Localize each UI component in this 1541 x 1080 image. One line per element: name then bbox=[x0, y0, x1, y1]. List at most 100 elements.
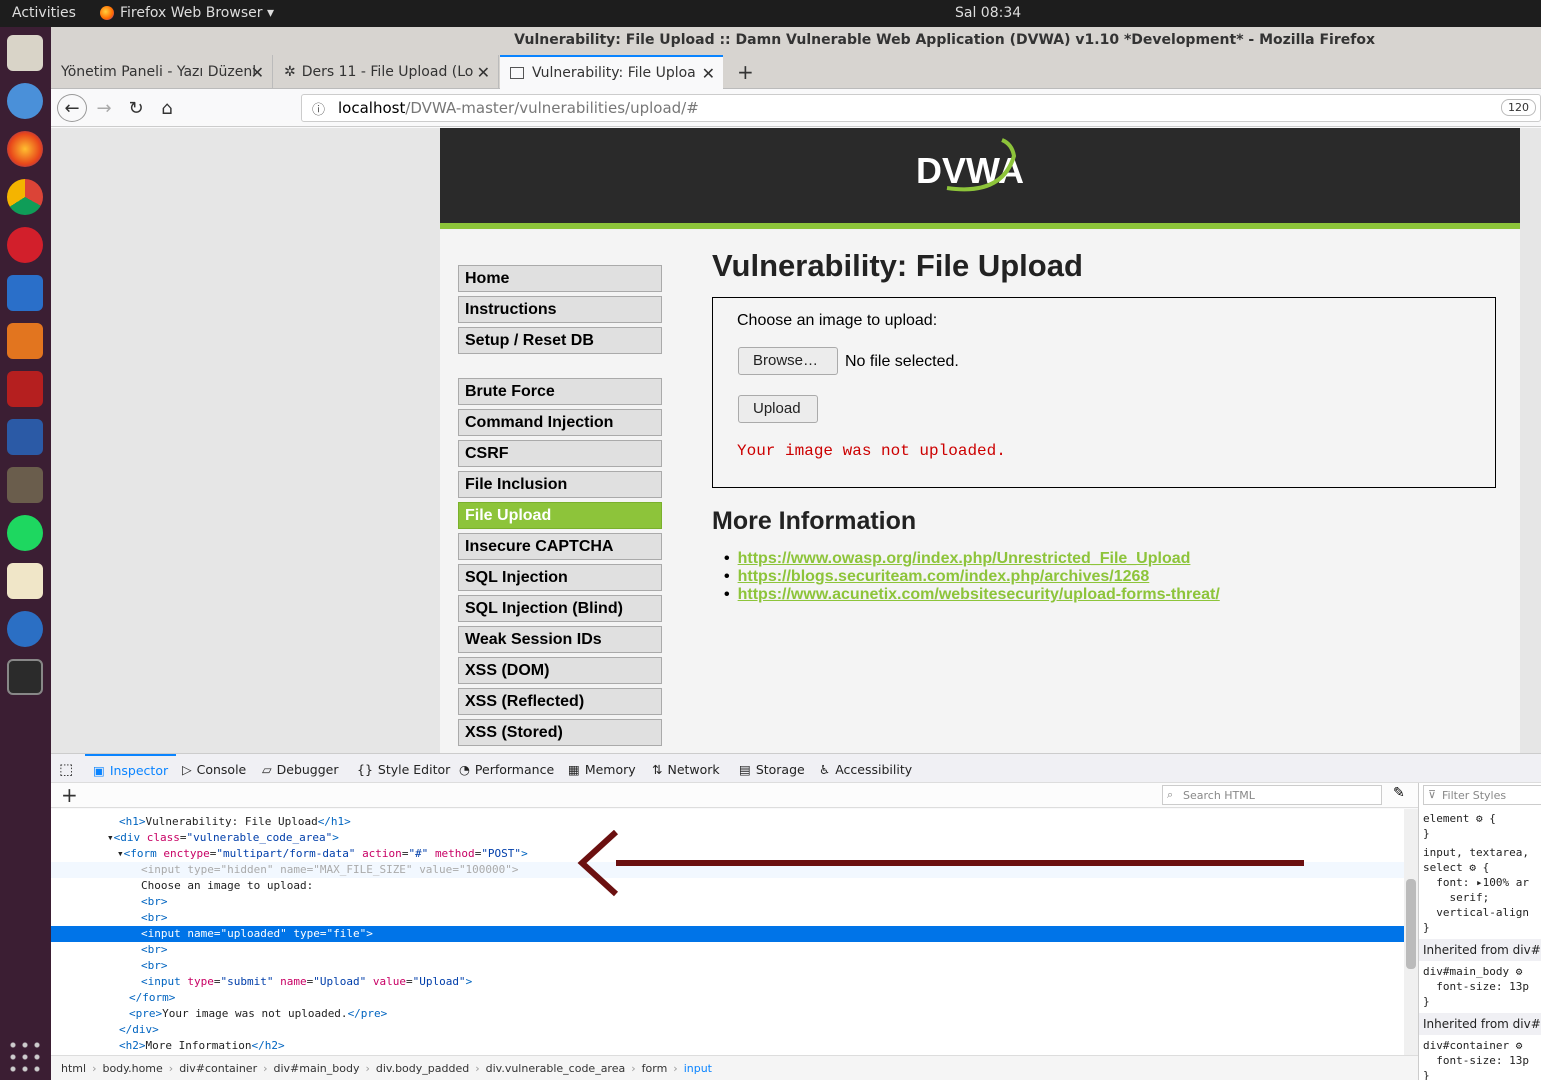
menu-csrf[interactable]: CSRF bbox=[458, 440, 662, 467]
show-apps-icon[interactable] bbox=[7, 1039, 43, 1075]
markup-line[interactable]: <br> bbox=[51, 942, 1404, 958]
markup-line[interactable]: <h2>More Information</h2> bbox=[51, 1038, 1404, 1054]
markup-line[interactable]: <input type="submit" name="Upload" value… bbox=[51, 974, 1404, 990]
markup-line[interactable]: <pre>Your image was not uploaded.</pre> bbox=[51, 1006, 1404, 1022]
menu-sql-injection[interactable]: SQL Injection bbox=[458, 564, 662, 591]
menu-brute-force[interactable]: Brute Force bbox=[458, 378, 662, 405]
firefox-icon[interactable] bbox=[7, 131, 43, 167]
software-center-icon[interactable] bbox=[7, 323, 43, 359]
markup-line[interactable]: </form> bbox=[51, 990, 1404, 1006]
close-icon[interactable]: ✕ bbox=[477, 63, 490, 82]
scrollbar-thumb[interactable] bbox=[1406, 879, 1416, 969]
inherited-header-container: Inherited from div#co bbox=[1419, 1013, 1541, 1035]
writer-icon[interactable] bbox=[7, 275, 43, 311]
tab-accessibility[interactable]: ♿ Accessibility bbox=[819, 754, 912, 784]
tab-dvwa[interactable]: Vulnerability: File Uploa ✕ bbox=[500, 55, 723, 89]
menu-file-upload[interactable]: File Upload bbox=[458, 502, 662, 529]
crumb-body[interactable]: body.home bbox=[102, 1062, 162, 1075]
menu-home[interactable]: Home bbox=[458, 265, 662, 292]
crumb-input[interactable]: input bbox=[684, 1062, 712, 1075]
info-icon[interactable]: ⓘ bbox=[312, 99, 325, 118]
rule-input[interactable]: input, textarea, select ⚙ { font: ▸100% … bbox=[1423, 845, 1529, 935]
crumb-html[interactable]: html bbox=[61, 1062, 86, 1075]
tab-debugger[interactable]: ▱ Debugger bbox=[262, 754, 339, 784]
chrome-icon[interactable] bbox=[7, 179, 43, 215]
tab-console[interactable]: ▷ Console bbox=[182, 754, 246, 784]
url-bar[interactable]: ⓘ localhost/DVWA-master/vulnerabilities/… bbox=[301, 94, 1541, 122]
menu-xss-stored[interactable]: XSS (Stored) bbox=[458, 719, 662, 746]
eyedropper-icon[interactable]: ✎ bbox=[1393, 785, 1405, 801]
crumb-vuln-area[interactable]: div.vulnerable_code_area bbox=[486, 1062, 626, 1075]
tab-storage[interactable]: ▤ Storage bbox=[739, 754, 805, 784]
back-button[interactable]: ← bbox=[57, 94, 87, 122]
app-menu[interactable]: Firefox Web Browser ▾ bbox=[100, 5, 274, 21]
close-icon[interactable]: ✕ bbox=[702, 64, 715, 83]
choose-label: Choose an image to upload: bbox=[737, 312, 938, 329]
chromium-icon[interactable] bbox=[7, 83, 43, 119]
reload-button[interactable]: ↻ bbox=[121, 94, 151, 122]
close-icon[interactable]: ✕ bbox=[251, 63, 264, 82]
tab-inspector[interactable]: ▣ Inspector bbox=[85, 754, 177, 784]
crumb-body-padded[interactable]: div.body_padded bbox=[376, 1062, 469, 1075]
menu-file-inclusion[interactable]: File Inclusion bbox=[458, 471, 662, 498]
upload-button[interactable]: Upload bbox=[738, 395, 818, 423]
tab-network[interactable]: ⇅ Network bbox=[652, 754, 720, 784]
forward-button[interactable]: → bbox=[89, 94, 119, 122]
activities-button[interactable]: Activities bbox=[12, 5, 76, 21]
zoom-indicator[interactable]: 120 bbox=[1501, 99, 1536, 116]
filezilla-icon[interactable] bbox=[7, 371, 43, 407]
menu-setup[interactable]: Setup / Reset DB bbox=[458, 327, 662, 354]
search-html-input[interactable]: ⌕ Search HTML bbox=[1162, 785, 1382, 805]
menu-weak-session-ids[interactable]: Weak Session IDs bbox=[458, 626, 662, 653]
menu-xss-reflected[interactable]: XSS (Reflected) bbox=[458, 688, 662, 715]
menu-xss-dom[interactable]: XSS (DOM) bbox=[458, 657, 662, 684]
rule-element[interactable]: element ⚙ { } bbox=[1423, 811, 1496, 841]
markup-line[interactable]: </div> bbox=[51, 1022, 1404, 1038]
markup-line[interactable]: <br> bbox=[51, 910, 1404, 926]
menu-sql-injection-blind[interactable]: SQL Injection (Blind) bbox=[458, 595, 662, 622]
gimp-icon[interactable] bbox=[7, 467, 43, 503]
virtualbox-icon[interactable] bbox=[7, 419, 43, 455]
page-title: Vulnerability: File Upload bbox=[712, 248, 1083, 283]
menu-command-injection[interactable]: Command Injection bbox=[458, 409, 662, 436]
network-icon: ⇅ bbox=[652, 761, 663, 777]
element-picker-button[interactable]: ⬚ bbox=[59, 754, 73, 784]
link-securiteam[interactable]: https://blogs.securiteam.com/index.php/a… bbox=[738, 568, 1150, 585]
inspector-toolbar: + ⌕ Search HTML ✎ bbox=[51, 783, 1418, 808]
markup-line[interactable]: <h1>Vulnerability: File Upload</h1> bbox=[51, 814, 1404, 830]
markup-line[interactable]: <br> bbox=[51, 958, 1404, 974]
markup-line-selected[interactable]: <input name="uploaded" type="file"> bbox=[51, 926, 1404, 942]
home-button[interactable]: ⌂ bbox=[152, 94, 182, 122]
crumb-form[interactable]: form bbox=[642, 1062, 668, 1075]
inherited-header-main: Inherited from div#ma bbox=[1419, 939, 1541, 961]
crumb-main-body[interactable]: div#main_body bbox=[274, 1062, 360, 1075]
link-acunetix[interactable]: https://www.acunetix.com/websitesecurity… bbox=[738, 586, 1220, 603]
terminal-icon[interactable] bbox=[7, 659, 43, 695]
crumb-container[interactable]: div#container bbox=[179, 1062, 257, 1075]
spotify-icon[interactable] bbox=[7, 515, 43, 551]
menu-instructions[interactable]: Instructions bbox=[458, 296, 662, 323]
tab-performance[interactable]: ◔ Performance bbox=[459, 754, 554, 784]
add-node-button[interactable]: + bbox=[61, 783, 78, 807]
filter-styles-input[interactable]: ⊽ Filter Styles bbox=[1423, 785, 1541, 805]
files-icon[interactable] bbox=[7, 35, 43, 71]
opera-icon[interactable] bbox=[7, 227, 43, 263]
rule-container[interactable]: div#container ⚙ font-size: 13p } bbox=[1423, 1038, 1529, 1080]
new-tab-button[interactable]: + bbox=[727, 55, 757, 89]
tab-style-editor[interactable]: {} Style Editor bbox=[357, 754, 450, 784]
clock[interactable]: Sal 08:34 bbox=[955, 5, 1021, 21]
markup-scrollbar[interactable] bbox=[1404, 809, 1418, 1055]
menu-insecure-captcha[interactable]: Insecure CAPTCHA bbox=[458, 533, 662, 560]
tab-ders11[interactable]: ✲ Ders 11 - File Upload (Lo ✕ bbox=[274, 55, 499, 89]
firefox-window: Vulnerability: File Upload :: Damn Vulne… bbox=[51, 27, 1541, 1080]
thunderbird-icon[interactable] bbox=[7, 611, 43, 647]
tab-yonetim[interactable]: Yönetim Paneli - Yazı Düzenl ✕ bbox=[51, 55, 273, 89]
browse-button[interactable]: Browse… bbox=[738, 347, 838, 375]
text-editor-icon[interactable] bbox=[7, 563, 43, 599]
annotation-arrow bbox=[577, 830, 1304, 897]
list-item: https://blogs.securiteam.com/index.php/a… bbox=[738, 568, 1220, 586]
link-owasp[interactable]: https://www.owasp.org/index.php/Unrestri… bbox=[738, 550, 1191, 567]
error-message: Your image was not uploaded. bbox=[737, 442, 1006, 460]
rule-main-body[interactable]: div#main_body ⚙ font-size: 13p } bbox=[1423, 964, 1529, 1009]
tab-memory[interactable]: ▦ Memory bbox=[568, 754, 636, 784]
